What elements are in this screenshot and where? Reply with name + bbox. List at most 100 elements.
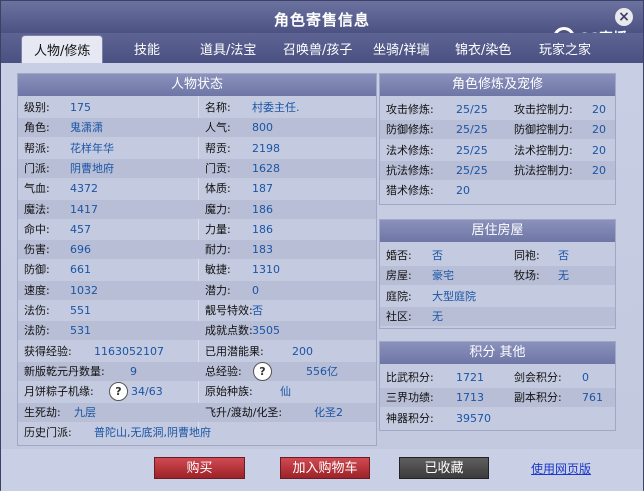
field-value: 761 [582,391,603,405]
field-label: 人气: [205,121,231,135]
title-bar: 角色寄售信息 × [1,1,643,33]
cultivation-header: 角色修炼及宠修 [380,74,615,96]
help-icon[interactable]: ? [253,361,272,381]
field-value: 3505 [252,324,280,338]
info-row: 法防: 531 成就点数: 3505 [18,321,376,341]
field-value: 阴曹地府 [70,161,114,175]
field-value: 4372 [70,182,98,196]
field-label: 速度: [24,283,50,297]
field-label: 飞升/渡劫/化圣: [205,405,283,419]
field-value: 大型庭院 [432,289,476,303]
info-row: 猎术修炼: 20 [380,181,615,200]
field-value: 1310 [252,263,280,277]
info-row: 角色: 鬼潇潇 人气: 800 [18,118,376,138]
field-label: 门派: [24,161,50,175]
field-label: 抗法控制力: [514,163,573,177]
field-value: 25/25 [456,143,488,157]
field-label: 已用潜能果: [205,344,264,358]
field-value: 仙 [280,385,291,399]
field-value: 175 [70,101,91,114]
field-value: 20 [592,123,606,137]
field-value: 豪宅 [432,269,454,283]
field-label: 社区: [386,309,412,323]
field-label: 魔法: [24,202,50,216]
field-value: 531 [70,324,91,338]
info-row: 月饼粽子机缘: 34/63 原始种族: 仙? [18,382,376,402]
tab-character[interactable]: 人物/修炼 [21,35,104,63]
close-icon[interactable]: × [615,8,633,26]
field-label: 抗法修炼: [386,163,434,177]
add-to-cart-button[interactable]: 加入购物车 [280,457,370,479]
field-value: 0 [582,371,589,384]
field-label: 体质: [205,182,231,196]
web-version-link[interactable]: 使用网页版 [531,460,591,477]
help-icon[interactable]: ? [109,382,128,402]
field-value: 457 [70,222,91,236]
field-value: 20 [592,143,606,157]
field-value: 25/25 [456,103,488,116]
field-label: 法术修炼: [386,143,434,157]
field-value: 否 [252,304,263,317]
field-label: 月饼粽子机缘: [24,385,94,399]
field-value: 39570 [456,411,491,425]
field-label: 庭院: [386,289,412,303]
window-title: 角色寄售信息 [273,11,370,29]
field-value: 696 [70,243,91,257]
info-row: 历史门派: 普陀山,无底洞,阴曹地府 [18,423,376,442]
field-value: 9 [130,364,137,378]
field-value: 1628 [252,161,280,175]
field-label: 级别: [24,101,50,114]
field-label: 魔力: [205,202,231,216]
field-label: 攻击控制力: [514,103,573,116]
info-row: 命中: 457 力量: 186 [18,220,376,239]
info-row: 新版乾元丹数量: 9 总经验: 556亿? [18,361,376,381]
info-row: 攻击修炼: 25/25 攻击控制力: 20 [380,100,615,119]
info-row: 法术修炼: 25/25 法术控制力: 20 [380,141,615,160]
field-label: 攻击修炼: [386,103,434,116]
tab-skills[interactable]: 技能 [134,39,160,58]
info-row: 防御: 661 敏捷: 1310 [18,260,376,279]
favorited-button[interactable]: 已收藏 [399,457,489,479]
info-row: 神器积分: 39570 [380,409,615,428]
field-value: 556亿 [306,364,338,378]
info-row: 防御修炼: 25/25 防御控制力: 20 [380,120,615,140]
field-value: 村委主任. [252,101,300,114]
field-value: 九层 [74,405,96,419]
info-row: 生死劫: 九层 飞升/渡劫/化圣: 化圣2 [18,402,376,422]
field-value: 20 [592,103,606,116]
field-value: 1417 [70,202,98,216]
tab-pets[interactable]: 召唤兽/孩子 [283,39,352,58]
field-label: 防御: [24,263,50,277]
field-label: 敏捷: [205,263,231,277]
field-value: 无 [432,309,443,323]
field-label: 法防: [24,324,50,338]
buy-button[interactable]: 购买 [154,457,245,479]
field-label: 角色: [24,121,50,135]
field-label: 伤害: [24,243,50,257]
field-label: 靓号特效: [205,304,253,317]
field-label: 房屋: [386,269,412,283]
field-label: 历史门派: [24,425,72,439]
tab-items[interactable]: 道具/法宝 [200,39,256,58]
info-row: 社区: 无 [380,306,615,326]
info-row: 房屋: 豪宅 牧场: 无 [380,266,615,286]
field-value: 无 [558,269,569,283]
field-value: 186 [252,222,273,236]
info-row: 三界功绩: 1713 副本积分: 761 [380,388,615,408]
field-value: 187 [252,182,273,196]
field-value: 1032 [70,283,98,297]
field-label: 副本积分: [514,391,562,405]
tab-outfits[interactable]: 锦衣/染色 [455,39,511,58]
field-label: 气血: [24,182,50,196]
field-label: 命中: [24,222,50,236]
field-label: 潜力: [205,283,231,297]
field-value: 800 [252,121,273,135]
field-value: 551 [70,304,91,317]
tab-mounts[interactable]: 坐骑/祥瑞 [373,39,429,58]
field-label: 同袍: [514,249,540,262]
points-header: 积分 其他 [380,342,615,364]
info-row: 门派: 阴曹地府 门贡: 1628 [18,158,376,178]
tab-player-home[interactable]: 玩家之家 [539,39,591,58]
field-value: 2198 [252,141,280,155]
status-panel: 人物状态 级别: 175 名称: 村委主任. 角色: 鬼潇潇 人气: 800 帮派: 花样年华 帮贡… [17,73,377,446]
